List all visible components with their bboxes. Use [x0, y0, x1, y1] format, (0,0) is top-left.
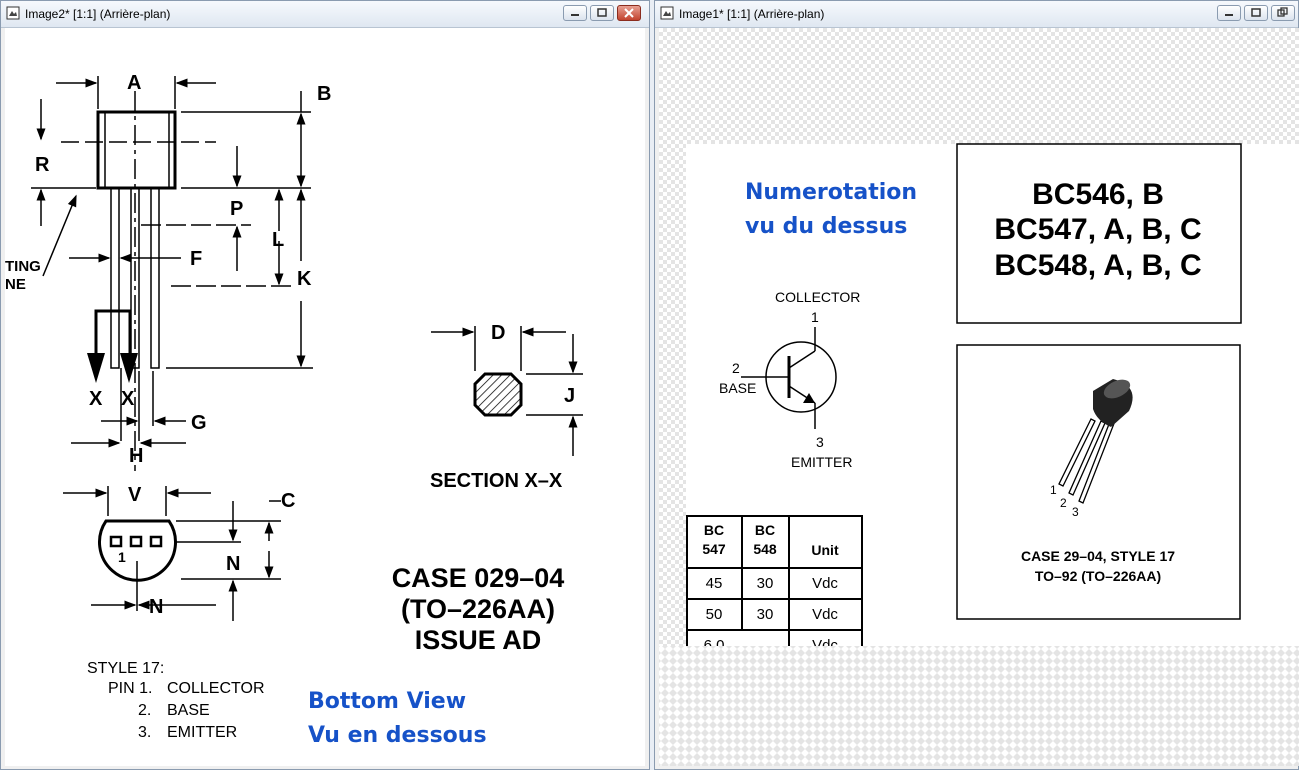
section-arrow-left [87, 353, 105, 383]
table-header-unit: Unit [811, 542, 839, 558]
image1-window: Image1* [1:1] (Arrière-plan) BC546, B BC… [654, 0, 1299, 770]
pin-1-name: COLLECTOR [167, 680, 265, 697]
pin-2-number: 2. [138, 702, 151, 719]
close-button[interactable] [617, 5, 641, 21]
maximize-button[interactable] [1244, 5, 1268, 21]
dim-v-label: V [128, 484, 142, 506]
pin-2-name: BASE [167, 702, 210, 719]
package-pin-1: 1 [1050, 483, 1057, 497]
pin-3-number: 3. [138, 724, 151, 741]
app-icon [660, 6, 674, 20]
dim-a-label: A [127, 72, 141, 94]
restore-button[interactable] [1271, 5, 1295, 21]
dim-b-label: B [317, 83, 331, 105]
bc547-datasheet-image: BC546, B BC547, A, B, C BC548, A, B, C N… [659, 143, 1299, 766]
bottom-view-label-fr: Vu en dessous [308, 723, 487, 748]
window-title: Image1* [1:1] (Arrière-plan) [679, 7, 825, 21]
table-cell: 45 [706, 575, 723, 592]
table-header-bc547-2: 547 [702, 541, 726, 557]
dim-p-label: P [230, 198, 243, 220]
package-caption-1: CASE 29–04, STYLE 17 [1021, 548, 1175, 564]
section-x-right-label: X [121, 388, 135, 410]
section-label: SECTION X–X [430, 470, 563, 492]
dim-c-label: C [281, 490, 295, 512]
dim-f-label: F [190, 248, 202, 270]
pin-3-name: EMITTER [167, 724, 237, 741]
image-canvas[interactable]: A B R P L F K X X G H D J V C N N SECTIO… [5, 28, 645, 766]
dim-j-label: J [564, 385, 575, 407]
numerotation-label: Numerotation [745, 180, 917, 205]
dim-g-label: G [191, 412, 207, 434]
numerotation-label-2: vu du dessus [745, 214, 907, 239]
dim-h-label: H [129, 445, 143, 467]
dim-l-label: L [272, 229, 284, 251]
collector-pin: 1 [811, 309, 819, 325]
table-cell: Vdc [812, 606, 838, 623]
base-pin: 2 [732, 360, 740, 376]
emitter-pin: 3 [816, 434, 824, 450]
table-header-bc547-1: BC [704, 522, 724, 538]
package-caption-2: TO–92 (TO–226AA) [1035, 568, 1161, 584]
collector-label: COLLECTOR [775, 289, 860, 305]
bottom-view-label: Bottom View [308, 689, 466, 714]
package-pin-3: 3 [1072, 505, 1079, 519]
dim-n-label-1: N [226, 553, 240, 575]
style-title: STYLE 17: [87, 660, 164, 677]
part-number-3: BC548, A, B, C [994, 249, 1201, 282]
case-line-3: ISSUE AD [415, 625, 542, 655]
window-title: Image2* [1:1] (Arrière-plan) [25, 7, 171, 21]
case-line-1: CASE 029–04 [392, 563, 565, 593]
pin1-mark: 1 [118, 549, 126, 565]
to92-dimension-drawing: A B R P L F K X X G H D J V C N N SECTIO… [5, 72, 583, 748]
seating-plane-label-1: TING [5, 258, 41, 275]
emitter-label: EMITTER [791, 454, 852, 470]
part-number-1: BC546, B [1032, 178, 1164, 211]
table-header-bc548-1: BC [755, 522, 775, 538]
minimize-button[interactable] [563, 5, 587, 21]
title-bar[interactable]: Image1* [1:1] (Arrière-plan) [655, 1, 1298, 28]
image-canvas[interactable]: BC546, B BC547, A, B, C BC548, A, B, C N… [659, 28, 1299, 766]
base-label: BASE [719, 380, 756, 396]
part-number-2: BC547, A, B, C [994, 213, 1201, 246]
package-pin-2: 2 [1060, 496, 1067, 510]
case-line-2: (TO–226AA) [401, 594, 555, 624]
title-bar[interactable]: Image2* [1:1] (Arrière-plan) [1, 1, 649, 28]
seating-plane-label-2: NE [5, 276, 26, 293]
minimize-button[interactable] [1217, 5, 1241, 21]
dim-n-label-2: N [149, 596, 163, 618]
pin-1-number: PIN 1. [108, 680, 152, 697]
image2-window: Image2* [1:1] (Arrière-plan) A B R P L F… [0, 0, 650, 770]
dim-r-label: R [35, 154, 50, 176]
dim-d-label: D [491, 322, 505, 344]
table-cell: 50 [706, 606, 723, 623]
app-icon [6, 6, 20, 20]
table-cell: 30 [757, 606, 774, 623]
dim-k-label: K [297, 268, 312, 290]
maximize-button[interactable] [590, 5, 614, 21]
table-cell: 30 [757, 575, 774, 592]
section-x-left-label: X [89, 388, 103, 410]
table-header-bc548-2: 548 [753, 541, 777, 557]
table-cell: Vdc [812, 575, 838, 592]
